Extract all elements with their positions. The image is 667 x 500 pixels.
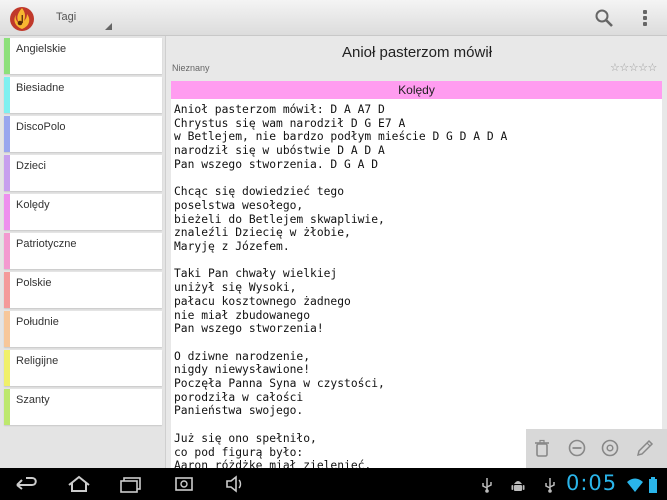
tag-color-bar <box>4 350 10 386</box>
tag-list: Angielskie Biesiadne DiscoPolo Dzieci Ko… <box>0 36 166 468</box>
song-actions-panel <box>526 429 667 468</box>
usb-icon <box>543 477 557 498</box>
tag-color-bar <box>4 77 10 113</box>
overflow-menu-icon[interactable] <box>638 8 652 28</box>
tag-color-bar <box>4 311 10 347</box>
tag-item-polskie[interactable]: Polskie <box>4 272 162 308</box>
tag-label: Angielskie <box>16 43 67 55</box>
song-author: Nieznany <box>172 63 210 73</box>
tag-color-bar <box>4 194 10 230</box>
tag-item-discopolo[interactable]: DiscoPolo <box>4 116 162 152</box>
lyrics-text: Anioł pasterzom mówił: D A A7 D Chrystus… <box>174 103 508 468</box>
tag-color-bar <box>4 116 10 152</box>
tag-item-angielskie[interactable]: Angielskie <box>4 38 162 74</box>
tags-spinner-label: Tagi <box>56 11 77 23</box>
pencil-icon[interactable] <box>635 438 655 458</box>
tag-label: Dzieci <box>16 160 46 172</box>
tag-color-bar <box>4 155 10 191</box>
tag-label: Kolędy <box>16 199 50 211</box>
tag-color-bar <box>4 233 10 269</box>
android-debug-icon <box>510 477 526 498</box>
tag-item-dzieci[interactable]: Dzieci <box>4 155 162 191</box>
category-header: Kolędy <box>171 81 662 99</box>
tag-color-bar <box>4 272 10 308</box>
battery-icon <box>648 477 658 498</box>
search-icon[interactable] <box>594 8 614 28</box>
rating-stars[interactable]: ☆☆☆☆☆ <box>610 61 657 74</box>
tag-item-biesiadne[interactable]: Biesiadne <box>4 77 162 113</box>
tag-item-religijne[interactable]: Religijne <box>4 350 162 386</box>
tag-label: Religijne <box>16 355 59 367</box>
tag-color-bar <box>4 38 10 74</box>
tag-label: DiscoPolo <box>16 121 66 133</box>
tag-label: Patriotyczne <box>16 238 77 250</box>
back-icon[interactable] <box>14 474 40 494</box>
flame-note-icon[interactable] <box>8 4 36 32</box>
status-clock: 0:05 <box>566 471 618 495</box>
system-bar: 0:05 <box>0 468 667 500</box>
recent-apps-icon[interactable] <box>118 474 144 494</box>
trash-icon[interactable] <box>532 438 552 458</box>
home-icon[interactable] <box>66 474 92 494</box>
tag-item-patriotyczne[interactable]: Patriotyczne <box>4 233 162 269</box>
remove-circle-icon[interactable] <box>567 438 587 458</box>
song-title: Anioł pasterzom mówił <box>341 44 493 61</box>
spinner-indicator-icon <box>105 23 112 30</box>
tag-item-poludnie[interactable]: Południe <box>4 311 162 347</box>
volume-icon[interactable] <box>224 474 246 494</box>
tag-label: Biesiadne <box>16 82 65 94</box>
tag-color-bar <box>4 389 10 425</box>
tag-item-szanty[interactable]: Szanty <box>4 389 162 425</box>
wifi-icon <box>626 477 644 498</box>
tag-label: Południe <box>16 316 59 328</box>
screenshot-icon[interactable] <box>173 474 195 494</box>
settings-circle-icon[interactable] <box>600 438 620 458</box>
tag-item-koledy[interactable]: Kolędy <box>4 194 162 230</box>
lyrics-view[interactable]: Anioł pasterzom mówił: D A A7 D Chrystus… <box>171 99 662 468</box>
tag-label: Polskie <box>16 277 52 289</box>
usb-icon <box>480 477 494 498</box>
tags-spinner[interactable]: Tagi <box>50 4 112 32</box>
action-bar: Tagi <box>0 0 667 36</box>
song-detail: Anioł pasterzom mówił Nieznany ☆☆☆☆☆ Kol… <box>167 36 667 468</box>
tag-label: Szanty <box>16 394 50 406</box>
